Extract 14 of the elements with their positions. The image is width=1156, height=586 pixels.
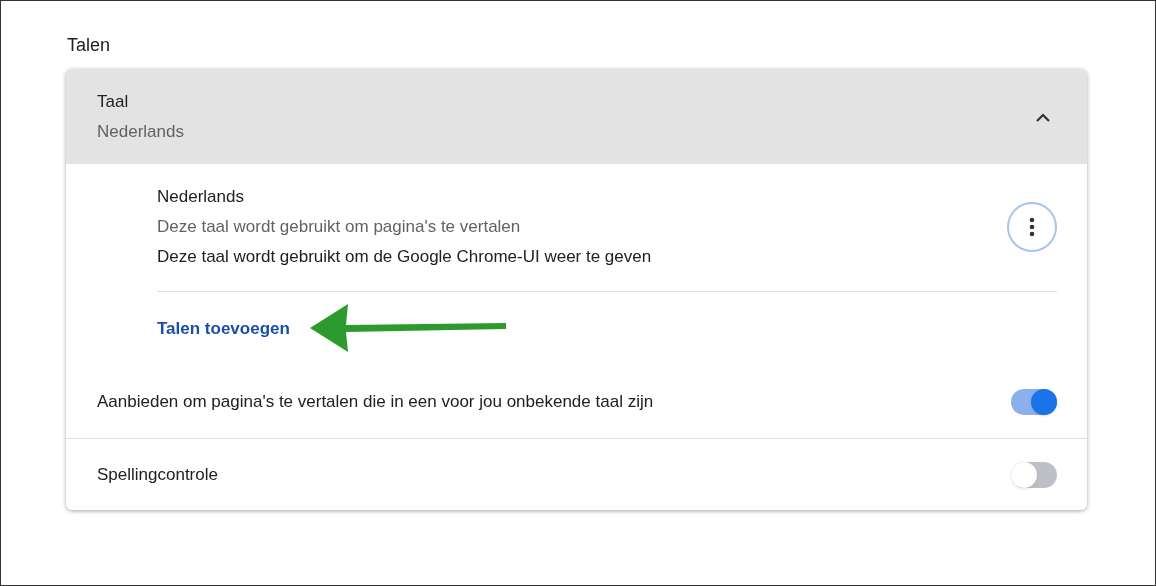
language-description: Deze taal wordt gebruikt om de Google Chrome-UI weer te geven [157,246,652,268]
setting-label: Aanbieden om pagina's te vertalen die in een voor jou onbekende taal zijn [97,391,655,414]
chevron-icon[interactable] [1035,111,1051,122]
card-header[interactable]: Taal Nederlands [66,69,1087,164]
section-title: Talen [67,34,111,57]
language-description: Deze taal wordt gebruikt om pagina's te vertalen [157,216,521,238]
header-subtitle: Nederlands [97,120,184,143]
setting-label: Spellingcontrole [97,463,219,486]
more-vertical-icon [1029,217,1035,237]
header-title: Taal [97,90,129,113]
add-languages-link[interactable]: Talen toevoegen [157,316,290,342]
language-name: Nederlands [157,186,244,208]
toggle-switch[interactable] [1011,389,1057,415]
toggle-switch[interactable] [1011,461,1057,488]
